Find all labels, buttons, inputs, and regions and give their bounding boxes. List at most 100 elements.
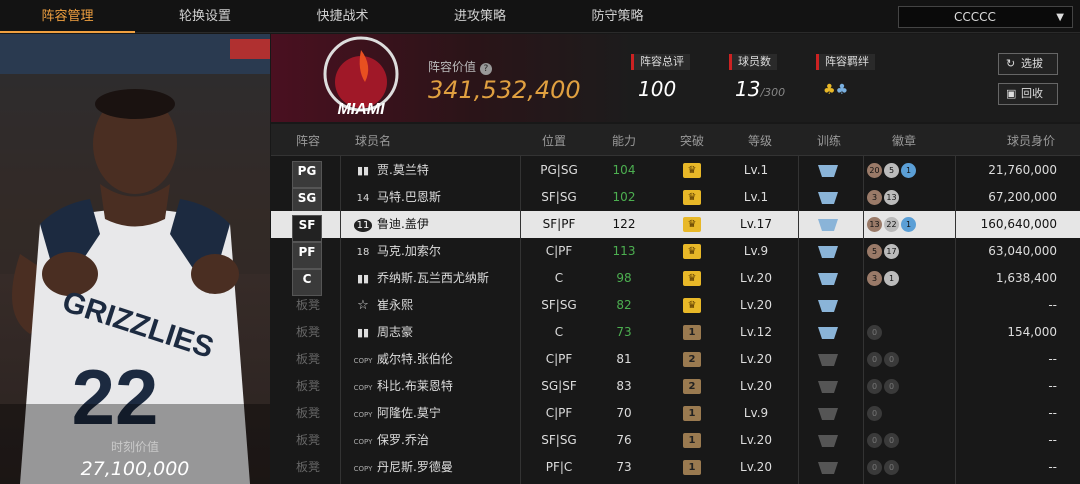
tab-3[interactable]: 进攻策略 bbox=[410, 0, 550, 33]
row-slot: 板凳 bbox=[296, 460, 321, 474]
row-position: SF|PF bbox=[542, 217, 576, 231]
row-name: 崔永熙 bbox=[377, 298, 414, 312]
training-icon[interactable] bbox=[818, 381, 838, 393]
row-value: 67,200,000 bbox=[988, 190, 1057, 204]
row-value: -- bbox=[1048, 352, 1057, 366]
row-name: 马克.加索尔 bbox=[377, 244, 441, 258]
hero-player-card[interactable]: GRIZZLIES 22 时刻价值 27,100,000 bbox=[0, 34, 270, 484]
pick-button[interactable]: ↻ 选拔 bbox=[998, 53, 1058, 75]
team-dropdown-value: CCCCC bbox=[954, 10, 996, 24]
badge-icon: 5 bbox=[884, 163, 899, 178]
row-icon: COPY bbox=[351, 373, 375, 400]
row-position: C bbox=[554, 271, 564, 285]
chevron-down-icon: ▼ bbox=[1056, 12, 1064, 23]
table-row[interactable]: 板凳 COPY 丹尼斯.罗德曼 PF|C 73 1 Lv.20 0 0 -- bbox=[271, 454, 1080, 481]
breakthrough-rank: 1 bbox=[683, 433, 701, 448]
training-icon[interactable] bbox=[818, 327, 838, 339]
top-nav: 阵容管理 轮换设置 快捷战术 进攻策略 防守策略 CCCCC ▼ bbox=[0, 0, 1080, 33]
training-icon[interactable] bbox=[818, 246, 838, 258]
badge-icon: 0 bbox=[884, 352, 899, 367]
team-dropdown[interactable]: CCCCC ▼ bbox=[898, 6, 1073, 28]
badge-icon: 5 bbox=[867, 244, 882, 259]
row-icon: 18 bbox=[351, 238, 375, 265]
row-icon: ▮▮ bbox=[351, 157, 375, 184]
table-row[interactable]: PF 18 马克.加索尔 C|PF 113 ♛ Lv.9 5 17 63,040,000 bbox=[271, 238, 1080, 269]
table-row[interactable]: SG 14 马特.巴恩斯 SF|SG 102 ♛ Lv.1 3 13 67,200,000 bbox=[271, 184, 1080, 215]
tab-4[interactable]: 防守策略 bbox=[550, 0, 685, 33]
header-ability: 能力 bbox=[612, 134, 637, 148]
table-row[interactable]: 板凳 ☆ 崔永熙 SF|SG 82 ♛ Lv.20 -- bbox=[271, 292, 1080, 319]
table-row[interactable]: 板凳 COPY 科比.布莱恩特 SG|SF 83 2 Lv.20 0 0 -- bbox=[271, 373, 1080, 400]
player-count: 13/300 bbox=[735, 77, 786, 101]
training-icon[interactable] bbox=[818, 462, 838, 474]
jersey-number-icon: 14 bbox=[356, 193, 370, 204]
row-position: C|PF bbox=[545, 406, 573, 420]
column-divider bbox=[520, 156, 521, 484]
tab-0[interactable]: 阵容管理 bbox=[0, 0, 135, 33]
copy-icon: COPY bbox=[353, 357, 373, 365]
table-row[interactable]: 板凳 COPY 保罗.乔治 SF|SG 76 1 Lv.20 0 0 -- bbox=[271, 427, 1080, 454]
recycle-icon: ▣ bbox=[1006, 87, 1017, 100]
row-icon: 14 bbox=[351, 184, 375, 211]
row-slot: 板凳 bbox=[296, 379, 321, 393]
team-logo-text: MIAMI bbox=[337, 101, 385, 118]
header-train: 训练 bbox=[817, 134, 842, 148]
training-icon[interactable] bbox=[818, 165, 838, 177]
hero-player-art: GRIZZLIES 22 bbox=[0, 34, 270, 484]
row-position: C bbox=[554, 325, 564, 339]
recycle-button[interactable]: ▣ 回收 bbox=[998, 83, 1058, 105]
table-row[interactable]: SF 11 鲁迪.盖伊 SF|PF 122 ♛ Lv.17 13 22 1 160,640,000 bbox=[271, 211, 1080, 242]
badge-icon: 3 bbox=[867, 190, 882, 205]
badge-icon: 0 bbox=[867, 352, 882, 367]
copy-icon: COPY bbox=[353, 411, 373, 419]
row-icon: 11 bbox=[351, 211, 375, 238]
badge-icon: 0 bbox=[867, 433, 882, 448]
row-value: 21,760,000 bbox=[988, 163, 1057, 177]
row-icon: ▮▮ bbox=[351, 319, 375, 346]
table-row[interactable]: PG ▮▮ 贾.莫兰特 PG|SG 104 ♛ Lv.1 20 5 1 21,760,000 bbox=[271, 157, 1080, 188]
rank-bars-icon: ▮▮ bbox=[356, 164, 370, 177]
row-icon: COPY bbox=[351, 427, 375, 454]
training-icon[interactable] bbox=[818, 219, 838, 231]
row-ability: 113 bbox=[612, 244, 636, 258]
table-row[interactable]: C ▮▮ 乔纳斯.瓦兰西尤纳斯 C 98 ♛ Lv.20 3 1 1,638,400 bbox=[271, 265, 1080, 296]
row-icon: COPY bbox=[351, 400, 375, 427]
row-name: 威尔特.张伯伦 bbox=[377, 352, 453, 366]
badge-icon: 0 bbox=[884, 460, 899, 475]
training-icon[interactable] bbox=[818, 354, 838, 366]
help-icon[interactable]: ? bbox=[479, 63, 492, 75]
row-slot: 板凳 bbox=[296, 433, 321, 447]
training-icon[interactable] bbox=[818, 300, 838, 312]
row-level: Lv.1 bbox=[743, 190, 769, 204]
row-ability: 81 bbox=[616, 352, 632, 366]
crown-icon: ♛ bbox=[683, 298, 701, 313]
hero-value-label: 时刻价值 bbox=[110, 440, 159, 454]
row-value: -- bbox=[1048, 298, 1057, 312]
row-level: Lv.9 bbox=[743, 244, 769, 258]
training-icon[interactable] bbox=[818, 408, 838, 420]
team-logo: MIAMI bbox=[323, 36, 399, 118]
header-value: 球员身价 bbox=[1007, 134, 1056, 148]
row-ability: 76 bbox=[616, 433, 632, 447]
table-row[interactable]: 板凳 COPY 威尔特.张伯伦 C|PF 81 2 Lv.20 0 0 -- bbox=[271, 346, 1080, 373]
badge-icon: 1 bbox=[901, 163, 916, 178]
badge-icon: 1 bbox=[901, 217, 916, 232]
row-icon: COPY bbox=[351, 454, 375, 481]
training-icon[interactable] bbox=[818, 435, 838, 447]
breakthrough-rank: 1 bbox=[683, 325, 701, 340]
training-icon[interactable] bbox=[818, 273, 838, 285]
row-slot: 板凳 bbox=[296, 325, 321, 339]
bond-icons[interactable]: ♣♣ bbox=[823, 82, 848, 98]
row-name: 科比.布莱恩特 bbox=[377, 379, 453, 393]
table-row[interactable]: 板凳 COPY 阿隆佐.莫宁 C|PF 70 1 Lv.9 0 -- bbox=[271, 400, 1080, 427]
row-position: C|PF bbox=[545, 352, 573, 366]
table-row[interactable]: 板凳 ▮▮ 周志豪 C 73 1 Lv.12 0 154,000 bbox=[271, 319, 1080, 346]
jersey-number-icon: 11 bbox=[353, 219, 373, 232]
tab-1[interactable]: 轮换设置 bbox=[135, 0, 275, 33]
row-position: SF|SG bbox=[541, 190, 577, 204]
training-icon[interactable] bbox=[818, 192, 838, 204]
crown-icon: ♛ bbox=[683, 163, 701, 178]
tab-2[interactable]: 快捷战术 bbox=[275, 0, 410, 33]
breakthrough-rank: 1 bbox=[683, 406, 701, 421]
row-name: 贾.莫兰特 bbox=[377, 163, 429, 177]
